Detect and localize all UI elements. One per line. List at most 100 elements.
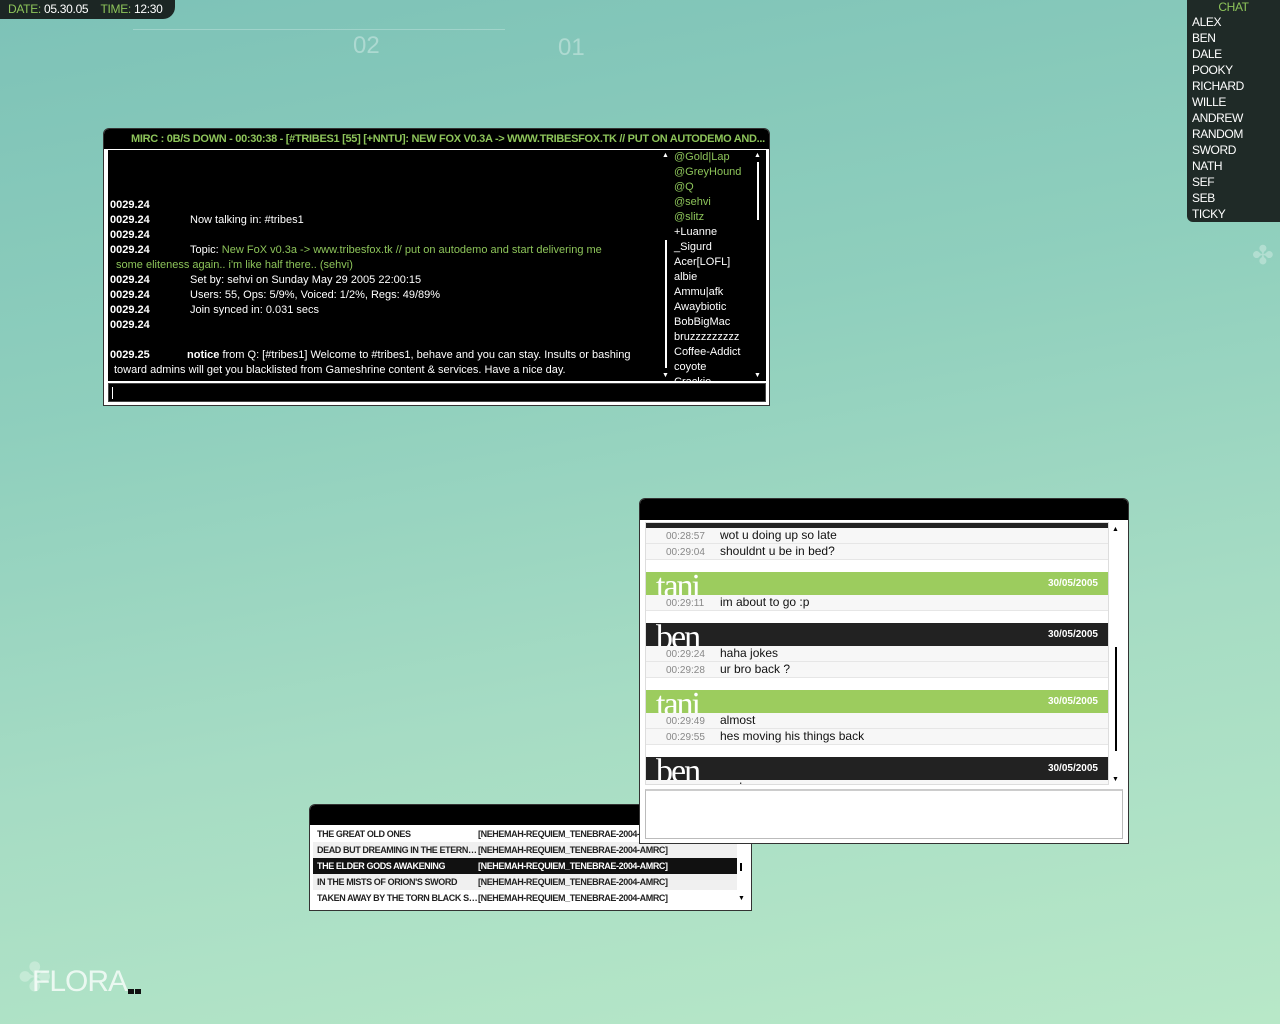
im-scrollbar[interactable]: ▲ ▼	[1110, 522, 1122, 785]
buddy-item[interactable]: RANDOM	[1187, 126, 1280, 142]
nick-item[interactable]: Crackie	[672, 375, 752, 381]
sender-header	[646, 523, 1108, 528]
chat-scrollbar[interactable]: ▲ ▼	[660, 150, 672, 381]
scroll-down-icon[interactable]: ▼	[738, 895, 745, 902]
timestamp: 0029.24	[110, 274, 150, 286]
playlist-row[interactable]: THE ELDER GODS AWAKENING [NEHEMAH-REQUIEM…	[313, 858, 737, 874]
nick-item[interactable]: BobBigMac	[672, 315, 752, 330]
nick-item[interactable]: Coffee-Addict	[672, 345, 752, 360]
sender-name: ben	[656, 623, 701, 646]
timestamp: 0029.24	[110, 289, 150, 301]
playlist-scrollbar[interactable]	[740, 863, 742, 871]
track-title: THE GREAT OLD ONES	[317, 829, 411, 839]
timestamp: 0029.24	[110, 214, 150, 226]
message-time: 00:29:04	[666, 547, 705, 558]
message-time: 00:29:24	[666, 649, 705, 660]
leaf-icon: ✤	[1252, 240, 1274, 270]
nick-item[interactable]: Awaybiotic	[672, 300, 752, 315]
topic-prefix: Topic:	[190, 244, 222, 256]
mirc-input[interactable]	[108, 383, 766, 402]
timestamp: 0029.25	[110, 349, 150, 361]
track-album: [NEHEMAH-REQUIEM_TENEBRAE-2004-AMRC]	[478, 845, 668, 855]
nick-item[interactable]: coyote	[672, 360, 752, 375]
message-row: 00:28:57 wot u doing up so late	[646, 528, 1108, 544]
notice-text: from Q: [#tribes1] Welcome to #tribes1, …	[219, 349, 631, 361]
line-text: Users: 55, Ops: 5/9%, Voiced: 1/2%, Regs…	[190, 289, 441, 301]
buddy-item[interactable]: RICHARD	[1187, 78, 1280, 94]
nick-item[interactable]: @GreyHound	[672, 165, 752, 180]
buddy-item[interactable]: SWORD	[1187, 142, 1280, 158]
nick-item[interactable]: @slitz	[672, 210, 752, 225]
message-text: haha jokes	[720, 646, 779, 660]
date-time-bar: DATE: 05.30.05 TIME: 12:30	[0, 0, 175, 19]
buddy-item[interactable]: ANDREW	[1187, 110, 1280, 126]
im-conversation: 00:28:57 wot u doing up so late 00:29:04 sh…	[645, 522, 1109, 785]
mirc-title: MIRC : 0B/S DOWN - 00:30:38 - [#TRIBES1 …	[104, 129, 769, 149]
chat-line: 0029.24 Set by: sehvi on Sunday May 29 20…	[110, 274, 421, 286]
message-time: 00:29:49	[666, 716, 705, 727]
sender-header: tani 30/05/2005	[646, 690, 1108, 713]
chat-line: 0029.24	[110, 229, 190, 241]
nick-item[interactable]: @Q	[672, 180, 752, 195]
timestamp: 0029.24	[110, 229, 150, 241]
message-time: 00:28:57	[666, 531, 705, 542]
message-text: almost	[720, 713, 756, 727]
message-row: 00:29:04 shouldnt u be in bed?	[646, 544, 1108, 560]
nick-item[interactable]: Ammu|afk	[672, 285, 752, 300]
buddy-item[interactable]: SEB	[1187, 190, 1280, 206]
notice-line: 0029.25 notice from Q: [#tribes1] Welcome…	[110, 349, 631, 361]
mirc-chat-log: 0029.24 0029.24 Now talking in: #tribes1 00…	[108, 150, 660, 381]
playlist-row[interactable]: DEAD BUT DREAMING IN THE ETERNAL ICY...[…	[313, 842, 737, 858]
chat-line: 0029.24	[110, 319, 190, 331]
nick-item[interactable]: +Luanne	[672, 225, 752, 240]
notice-label: notice	[187, 349, 220, 361]
message-row: 00:29:49 almost	[646, 713, 1108, 729]
message-date: 30/05/2005	[1047, 696, 1098, 707]
nick-item[interactable]: albie	[672, 270, 752, 285]
chat-line: 0029.24	[110, 199, 190, 211]
sender-header: ben 30/05/2005	[646, 623, 1108, 646]
chat-line: 0029.24 Now talking in: #tribes1	[110, 214, 304, 226]
widget-number: 02	[353, 32, 380, 59]
buddy-item[interactable]: TICKY	[1187, 206, 1280, 222]
line-text: Now talking in: #tribes1	[190, 214, 304, 226]
nick-item[interactable]: @sehvi	[672, 195, 752, 210]
buddy-item[interactable]: SEF	[1187, 174, 1280, 190]
nick-item[interactable]: bruzzzzzzzzz	[672, 330, 752, 345]
buddy-item[interactable]: DALE	[1187, 46, 1280, 62]
divider	[133, 29, 505, 30]
widget-number: 01	[558, 34, 585, 61]
buddy-item[interactable]: BEN	[1187, 30, 1280, 46]
message-row: 00:29:11 im about to go :p	[646, 595, 1108, 611]
chat-line: 0029.24 Join synced in: 0.031 secs	[110, 304, 319, 316]
track-title: IN THE MISTS OF ORION'S SWORD	[317, 877, 458, 887]
time-value: 12:30	[134, 2, 163, 16]
buddy-item[interactable]: POOKY	[1187, 62, 1280, 78]
im-titlebar[interactable]	[640, 499, 1128, 520]
sender-name: tani	[656, 572, 701, 595]
topic-text: New FoX v0.3a -> www.tribesfox.tk // put…	[221, 244, 602, 256]
playlist-row[interactable]: IN THE MISTS OF ORION'S SWORD [NEHEMAH-RE…	[313, 874, 737, 890]
nick-item[interactable]: _Sigurd	[672, 240, 752, 255]
track-album: [NEHEMAH-REQUIEM_TENEBRAE-2004-AMRC]	[478, 893, 668, 903]
chat-line: 0029.24 Topic: New FoX v0.3a -> www.tribe…	[110, 244, 602, 256]
mirc-window: MIRC : 0B/S DOWN - 00:30:38 - [#TRIBES1 …	[103, 128, 770, 406]
notice-continuation: toward admins will get you blacklisted f…	[114, 364, 566, 376]
im-message-input[interactable]	[645, 789, 1123, 839]
nick-item[interactable]: @Gold|Lap	[672, 150, 752, 165]
message-date: 30/05/2005	[1047, 629, 1098, 640]
buddy-item[interactable]: WILLE	[1187, 94, 1280, 110]
flora-logo: FLORA	[32, 965, 128, 998]
track-title: DEAD BUT DREAMING IN THE ETERNAL ICY...	[317, 845, 478, 855]
message-time: 00:29:11	[666, 598, 705, 609]
buddy-item[interactable]: NATH	[1187, 158, 1280, 174]
message-row: 00:29:24 haha jokes	[646, 646, 1108, 662]
im-window: 00:28:57 wot u doing up so late 00:29:04 sh…	[639, 498, 1129, 844]
playlist-row[interactable]: TAKEN AWAY BY THE TORN BLACK SHROUD[NEHE…	[313, 890, 737, 906]
buddy-list-panel: CHAT ALEX BEN DALE POOKY RICHARD WILLE ANDREW R…	[1187, 0, 1280, 222]
nick-item[interactable]: Acer[LOFL]	[672, 255, 752, 270]
nicklist-scrollbar[interactable]: ▲ ▼	[752, 150, 766, 381]
buddy-item[interactable]: ALEX	[1187, 14, 1280, 30]
